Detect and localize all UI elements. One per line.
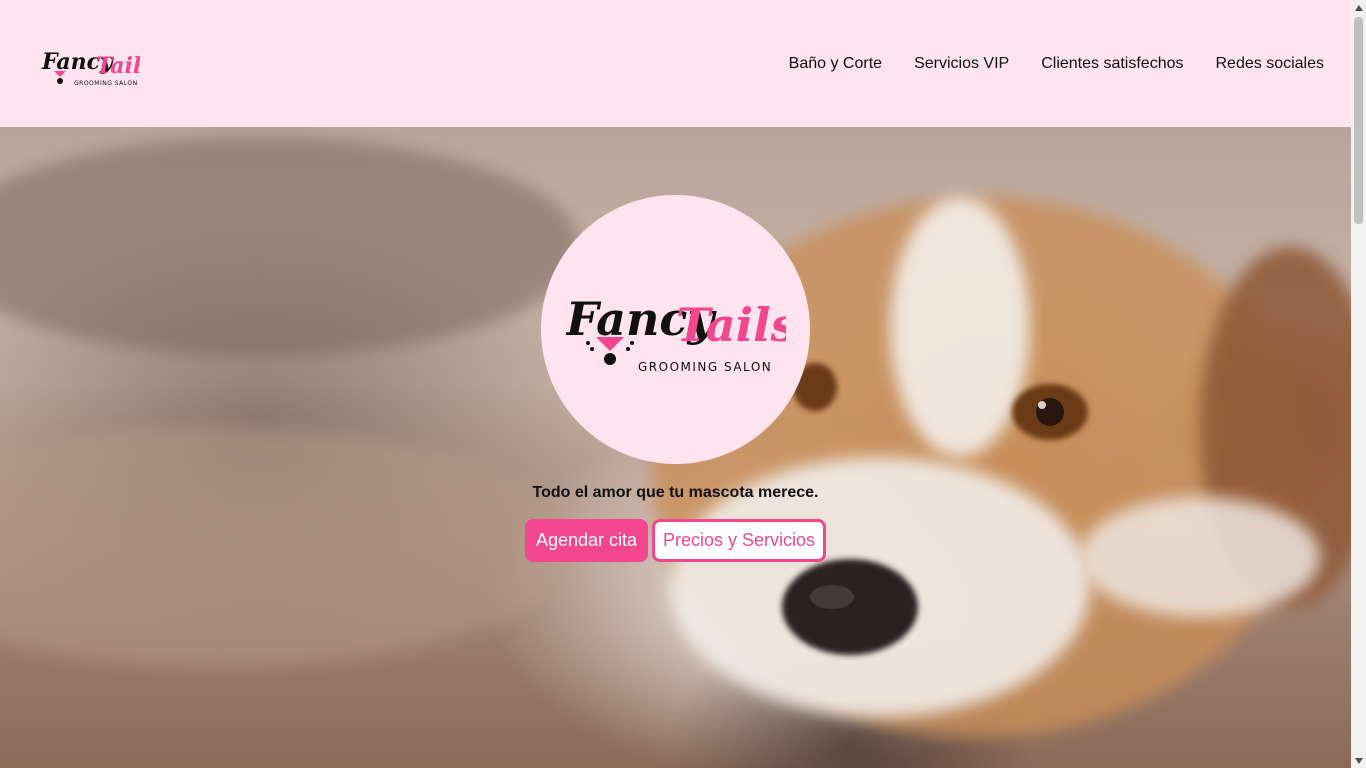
scrollbar-thumb[interactable]	[1354, 17, 1363, 224]
logo-word-tails: Tails	[96, 53, 140, 79]
brand-logo: Fancy Tails GROOMING SALON	[41, 49, 140, 87]
site-header: Fancy Tails GROOMING SALON Baño y Corte …	[0, 0, 1351, 127]
hero-cta-group: Agendar cita Precios y Servicios	[525, 519, 826, 562]
hero-brand-logo: Fancy Tails GROOMING SALON	[566, 292, 786, 374]
prices-services-button[interactable]: Precios y Servicios	[652, 519, 826, 562]
nav-item-clientes[interactable]: Clientes satisfechos	[1041, 55, 1183, 73]
hero-logo-subtitle: GROOMING SALON	[638, 360, 772, 374]
hero-section: Fancy Tails GROOMING SALON Todo el amor …	[0, 127, 1351, 768]
schedule-appointment-button[interactable]: Agendar cita	[525, 519, 648, 562]
logo-subtitle: GROOMING SALON	[74, 80, 138, 87]
hero-logo-circle: Fancy Tails GROOMING SALON	[541, 195, 810, 464]
main-nav: Baño y Corte Servicios VIP Clientes sati…	[789, 55, 1324, 73]
nav-item-redes[interactable]: Redes sociales	[1216, 55, 1325, 73]
scroll-up-arrow-icon[interactable]	[1351, 0, 1366, 15]
nav-item-servicios-vip[interactable]: Servicios VIP	[914, 55, 1009, 73]
header-logo-link[interactable]: Fancy Tails GROOMING SALON	[40, 39, 140, 89]
hero-logo-word-tails: Tails	[676, 298, 786, 352]
hero-tagline: Todo el amor que tu mascota merece.	[532, 484, 819, 501]
scroll-down-arrow-icon[interactable]	[1351, 753, 1366, 768]
nav-item-bano-corte[interactable]: Baño y Corte	[789, 55, 882, 73]
page-scrollbar[interactable]	[1351, 0, 1366, 768]
hero-logo-nose-icon	[603, 352, 616, 365]
